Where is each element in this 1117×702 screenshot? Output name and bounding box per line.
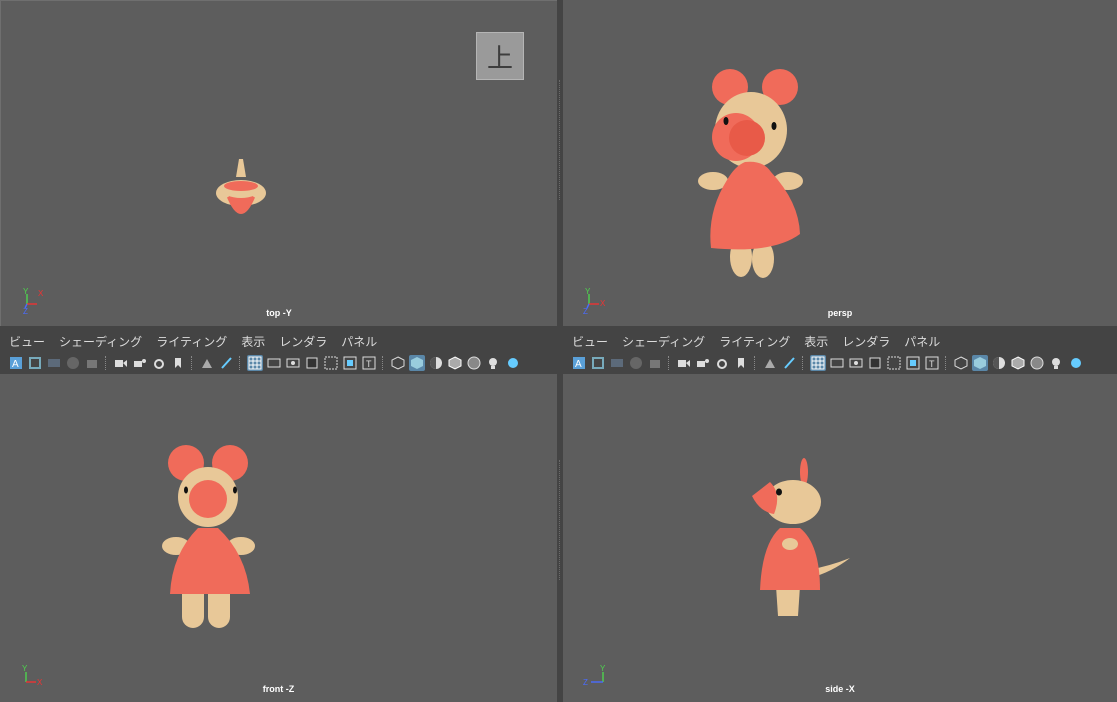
select-camera-icon[interactable]: A: [571, 355, 587, 371]
use-default-material-icon[interactable]: [991, 355, 1007, 371]
camera-lock-icon[interactable]: [695, 355, 711, 371]
shadows-icon[interactable]: [1067, 355, 1083, 371]
shadows-icon[interactable]: [504, 355, 520, 371]
svg-text:T: T: [366, 359, 372, 369]
svg-text:A: A: [12, 359, 19, 370]
toolbar-separator: [239, 356, 242, 370]
resolution-gate-icon[interactable]: [285, 355, 301, 371]
viewport-front[interactable]: Y X front -Z: [0, 374, 557, 702]
camera-attributes-icon[interactable]: [590, 355, 606, 371]
image-plane-icon[interactable]: [65, 355, 81, 371]
bookmark-icon[interactable]: [609, 355, 625, 371]
svg-text:Y: Y: [600, 664, 606, 673]
viewport-persp[interactable]: Y X Z persp: [563, 0, 1117, 326]
grease-pencil-icon[interactable]: [781, 355, 797, 371]
menu-renderer[interactable]: レンダラ: [279, 333, 327, 350]
grid-icon[interactable]: [247, 355, 263, 371]
panel-toolbar: A T: [563, 352, 1117, 374]
character-model-side[interactable]: [748, 454, 852, 624]
panel-menubar: ビュー シェーディング ライティング 表示 レンダラ パネル: [0, 330, 557, 352]
2d-pan-zoom-icon[interactable]: [84, 355, 100, 371]
svg-text:Y: Y: [585, 287, 591, 296]
camera-label: side -X: [825, 684, 855, 694]
select-camera-icon[interactable]: A: [8, 355, 24, 371]
gate-mask-icon[interactable]: [867, 355, 883, 371]
toolbar-separator: [754, 356, 757, 370]
pane-resize-grip[interactable]: [559, 80, 562, 200]
safe-action-icon[interactable]: [905, 355, 921, 371]
toolbar-separator: [668, 356, 671, 370]
film-gate-icon[interactable]: [829, 355, 845, 371]
camera-label: top -Y: [266, 308, 292, 318]
xray-icon[interactable]: [466, 355, 482, 371]
camera-icon[interactable]: [676, 355, 692, 371]
bookmark-icon[interactable]: [170, 355, 186, 371]
wireframe-on-shaded-icon[interactable]: [447, 355, 463, 371]
field-chart-icon[interactable]: [323, 355, 339, 371]
toolbar-separator: [802, 356, 805, 370]
character-model-persp[interactable]: [693, 62, 813, 286]
bookmark-icon[interactable]: [46, 355, 62, 371]
svg-text:T: T: [929, 359, 935, 369]
menu-shading[interactable]: シェーディング: [59, 333, 142, 350]
lights-icon[interactable]: [1048, 355, 1064, 371]
smooth-shade-icon[interactable]: [972, 355, 988, 371]
pane-resize-grip[interactable]: [559, 460, 562, 580]
image-plane-icon[interactable]: [628, 355, 644, 371]
menu-view[interactable]: ビュー: [572, 333, 608, 350]
safe-title-icon[interactable]: T: [361, 355, 377, 371]
menu-show[interactable]: 表示: [804, 333, 828, 350]
gate-mask-icon[interactable]: [304, 355, 320, 371]
image-plane-icon[interactable]: [199, 355, 215, 371]
bookmark-icon[interactable]: [733, 355, 749, 371]
svg-text:Y: Y: [22, 664, 28, 673]
menu-show[interactable]: 表示: [241, 333, 265, 350]
toolbar-separator: [105, 356, 108, 370]
viewport-top[interactable]: 上 Y X Z top -Y: [0, 0, 557, 326]
resolution-gate-icon[interactable]: [848, 355, 864, 371]
film-gate-icon[interactable]: [266, 355, 282, 371]
image-plane-icon[interactable]: [762, 355, 778, 371]
safe-action-icon[interactable]: [342, 355, 358, 371]
panel-menubar: ビュー シェーディング ライティング 表示 レンダラ パネル: [563, 330, 1117, 352]
field-chart-icon[interactable]: [886, 355, 902, 371]
xray-icon[interactable]: [1029, 355, 1045, 371]
svg-text:Y: Y: [23, 287, 29, 296]
wireframe-on-shaded-icon[interactable]: [1010, 355, 1026, 371]
menu-renderer[interactable]: レンダラ: [842, 333, 890, 350]
viewcube[interactable]: 上: [476, 32, 524, 80]
toolbar-separator: [191, 356, 194, 370]
camera-attributes-icon[interactable]: [27, 355, 43, 371]
viewport-side[interactable]: Y Z side -X: [563, 374, 1117, 702]
character-model-top[interactable]: [206, 153, 276, 225]
menu-shading[interactable]: シェーディング: [622, 333, 705, 350]
grid-icon[interactable]: [810, 355, 826, 371]
camera-label: front -Z: [262, 684, 295, 694]
camera-lock-icon[interactable]: [132, 355, 148, 371]
2d-pan-zoom-icon[interactable]: [647, 355, 663, 371]
menu-panels[interactable]: パネル: [341, 333, 377, 350]
camera-orbit-icon[interactable]: [151, 355, 167, 371]
wireframe-icon[interactable]: [953, 355, 969, 371]
grease-pencil-icon[interactable]: [218, 355, 234, 371]
lights-icon[interactable]: [485, 355, 501, 371]
menu-lighting[interactable]: ライティング: [719, 333, 790, 350]
smooth-shade-icon[interactable]: [409, 355, 425, 371]
menu-view[interactable]: ビュー: [9, 333, 45, 350]
svg-text:A: A: [575, 359, 582, 370]
menu-lighting[interactable]: ライティング: [156, 333, 227, 350]
svg-text:X: X: [38, 289, 44, 298]
camera-label: persp: [827, 308, 853, 318]
camera-icon[interactable]: [113, 355, 129, 371]
panel-toolbar: A T: [0, 352, 557, 374]
camera-orbit-icon[interactable]: [714, 355, 730, 371]
use-default-material-icon[interactable]: [428, 355, 444, 371]
wireframe-icon[interactable]: [390, 355, 406, 371]
toolbar-separator: [382, 356, 385, 370]
safe-title-icon[interactable]: T: [924, 355, 940, 371]
svg-text:X: X: [600, 299, 606, 308]
toolbar-separator: [945, 356, 948, 370]
character-model-front[interactable]: [150, 444, 266, 634]
menu-panels[interactable]: パネル: [904, 333, 940, 350]
